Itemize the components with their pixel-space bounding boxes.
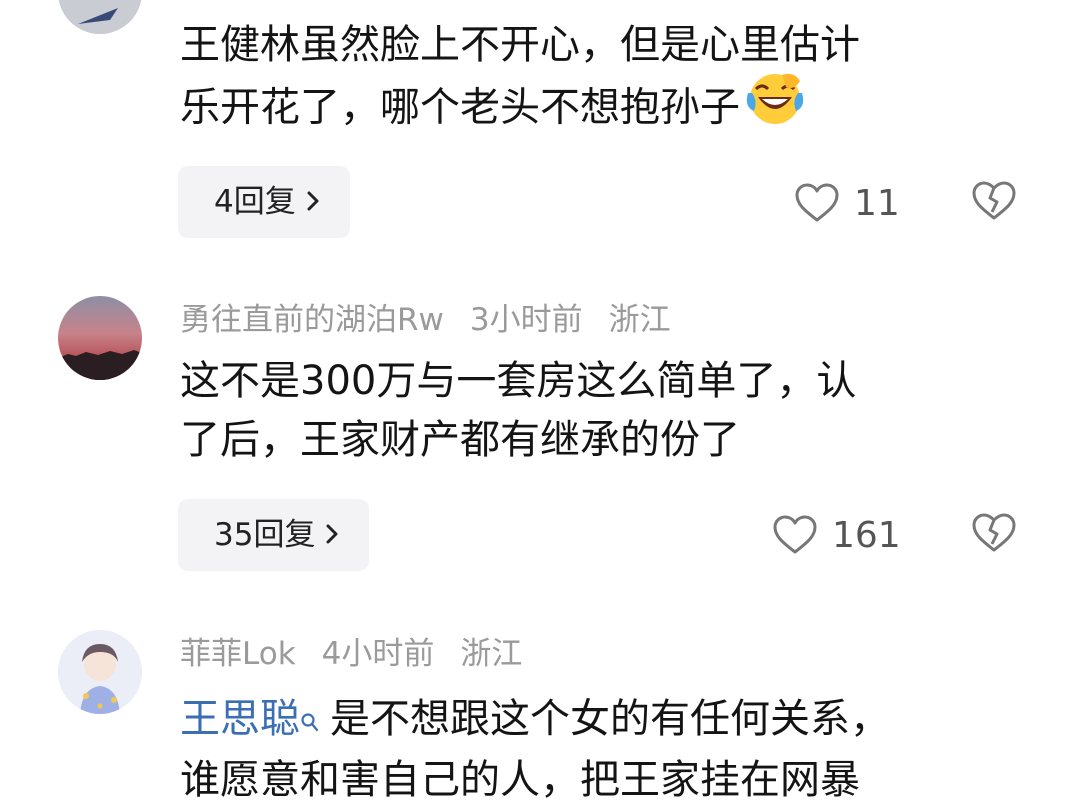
comment-text: 王思聪 是不想跟这个女的有任何关系， 谁愿意和害自己的人，把王家挂在网暴 — [180, 690, 1010, 810]
location: 浙江 — [460, 636, 523, 672]
heart-outline-icon — [773, 515, 817, 554]
comment-meta: 菲菲Lok 4小时前 浙江 — [180, 634, 548, 674]
like-count: 161 — [832, 514, 901, 556]
heart-outline-icon — [795, 183, 839, 222]
like-button[interactable]: 161 — [772, 510, 901, 560]
like-button[interactable]: 11 — [794, 178, 900, 228]
avatar-image — [58, 0, 142, 34]
broken-heart-icon — [972, 513, 1016, 552]
username[interactable]: 勇往直前的湖泊Rw — [180, 302, 444, 338]
comment-line: 谁愿意和害自己的人，把王家挂在网暴 — [180, 757, 860, 803]
replies-count: 35回复 — [214, 517, 316, 553]
comment-text: 这不是300万与一套房这么简单了，认 了后，王家财产都有继承的份了 — [180, 352, 1010, 470]
mention-text: 王思聪 — [180, 696, 300, 742]
comment-line: 这不是300万与一套房这么简单了，认 — [180, 358, 857, 404]
comment-meta: 勇往直前的湖泊Rw 3小时前 浙江 — [180, 300, 697, 340]
comment-line: 王健林虽然脸上不开心，但是心里估计 — [180, 22, 860, 68]
broken-heart-icon — [972, 181, 1016, 220]
avatar-image — [58, 630, 142, 714]
replies-button[interactable]: 35回复 — [178, 499, 370, 571]
username[interactable]: 菲菲Lok — [180, 636, 296, 672]
timestamp: 4小时前 — [321, 636, 435, 672]
replies-count: 4回复 — [214, 184, 296, 220]
timestamp: 3小时前 — [469, 302, 583, 338]
dislike-button[interactable] — [970, 510, 1018, 558]
like-count: 11 — [854, 182, 900, 224]
chevron-right-icon — [306, 166, 320, 238]
comment-text: 王健林虽然脸上不开心，但是心里估计 乐开花了，哪个老头不想抱孙子 — [180, 16, 1010, 144]
comment-line: 了后，王家财产都有继承的份了 — [180, 417, 740, 463]
avatar[interactable] — [58, 296, 142, 380]
avatar[interactable] — [58, 630, 142, 714]
mention-link[interactable]: 王思聪 — [180, 696, 330, 742]
dislike-button[interactable] — [970, 178, 1018, 226]
laughing-crying-emoji-icon — [742, 67, 808, 144]
comment-line: 王思聪 是不想跟这个女的有任何关系， — [180, 690, 1010, 751]
replies-button[interactable]: 4回复 — [178, 166, 350, 238]
chevron-right-icon — [325, 499, 339, 571]
comment-line-text: 乐开花了，哪个老头不想抱孙子 — [180, 84, 740, 131]
avatar[interactable] — [58, 0, 142, 34]
location: 浙江 — [608, 302, 671, 338]
search-icon — [300, 692, 320, 751]
comment-line: 乐开花了，哪个老头不想抱孙子 — [180, 73, 1010, 144]
comment-line-text: 是不想跟这个女的有任何关系， — [330, 696, 890, 742]
avatar-image — [58, 296, 142, 380]
